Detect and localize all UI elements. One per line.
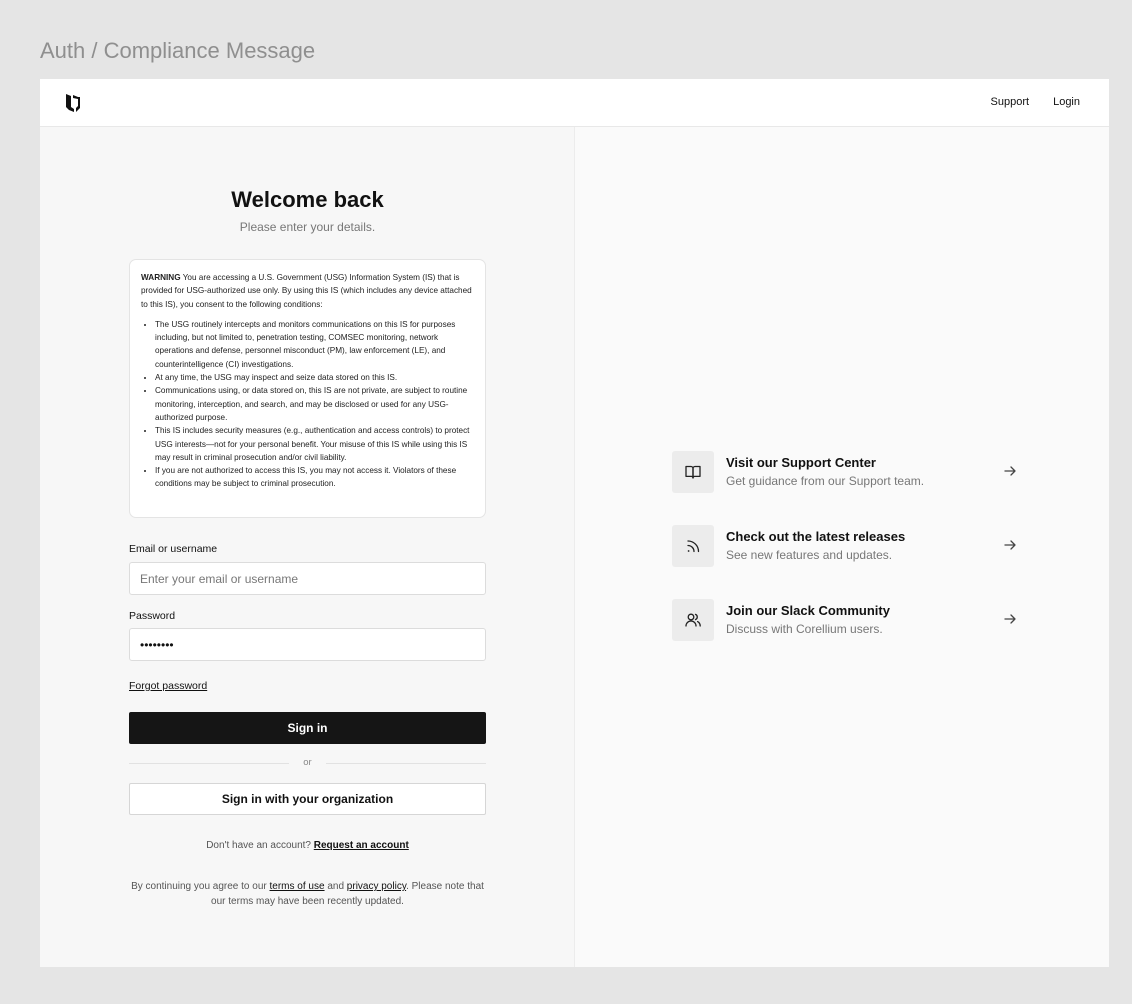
warning-condition: Communications using, or data stored on,… xyxy=(155,384,474,424)
forgot-password-link[interactable]: Forgot password xyxy=(129,680,207,692)
legal-notice: By continuing you agree to our terms of … xyxy=(129,879,486,909)
slack-community-title: Join our Slack Community xyxy=(726,603,890,618)
book-icon xyxy=(672,451,714,493)
request-account-link[interactable]: Request an account xyxy=(314,840,409,851)
latest-releases-title: Check out the latest releases xyxy=(726,529,906,544)
welcome-subtitle: Please enter your details. xyxy=(239,220,376,234)
warning-condition: At any time, the USG may inspect and sei… xyxy=(155,371,474,384)
warning-label: WARNING xyxy=(141,273,181,282)
welcome-heading: Welcome back xyxy=(231,187,384,212)
page-title: Auth / Compliance Message xyxy=(40,38,316,63)
email-label: Email or username xyxy=(129,543,218,555)
arrow-right-icon xyxy=(1004,614,1016,624)
or-divider: or xyxy=(129,757,486,771)
password-field[interactable] xyxy=(129,628,486,661)
support-center-description: Get guidance from our Support team. xyxy=(726,474,925,488)
slack-community-link[interactable]: Join our Slack Community Discuss with Co… xyxy=(672,599,1017,643)
latest-releases-description: See new features and updates. xyxy=(726,548,893,562)
legal-and: and xyxy=(324,881,347,892)
sign-in-button[interactable]: Sign in xyxy=(129,712,486,744)
top-nav: Support Login xyxy=(991,96,1080,108)
slack-community-description: Discuss with Corellium users. xyxy=(726,622,883,636)
support-center-link[interactable]: Visit our Support Center Get guidance fr… xyxy=(672,451,1017,495)
resources-panel: Visit our Support Center Get guidance fr… xyxy=(576,127,1109,967)
email-field[interactable] xyxy=(129,562,486,595)
warning-condition: If you are not authorized to access this… xyxy=(155,464,474,491)
arrow-right-icon xyxy=(1004,540,1016,550)
compliance-warning: WARNING You are accessing a U.S. Governm… xyxy=(129,259,486,518)
rss-icon xyxy=(672,525,714,567)
warning-intro: You are accessing a U.S. Government (USG… xyxy=(141,273,472,309)
support-center-title: Visit our Support Center xyxy=(726,455,876,470)
account-prompt: Don't have an account? Request an accoun… xyxy=(129,840,486,851)
privacy-policy-link[interactable]: privacy policy xyxy=(347,881,406,892)
legal-prefix: By continuing you agree to our xyxy=(131,881,270,892)
warning-conditions: The USG routinely intercepts and monitor… xyxy=(141,318,474,491)
login-panel: Welcome back Please enter your details. … xyxy=(40,127,575,967)
warning-condition: This IS includes security measures (e.g.… xyxy=(155,424,474,464)
arrow-right-icon xyxy=(1004,466,1016,476)
top-bar: Support Login xyxy=(40,79,1109,127)
users-icon xyxy=(672,599,714,641)
logo-icon[interactable] xyxy=(65,93,81,113)
password-label: Password xyxy=(129,610,176,622)
account-prompt-text: Don't have an account? xyxy=(206,840,311,851)
warning-condition: The USG routinely intercepts and monitor… xyxy=(155,318,474,371)
sign-in-organization-button[interactable]: Sign in with your organization xyxy=(129,783,486,815)
app-frame: Support Login Welcome back Please enter … xyxy=(40,79,1109,967)
divider-line xyxy=(326,763,486,764)
login-link[interactable]: Login xyxy=(1053,96,1080,108)
support-link[interactable]: Support xyxy=(991,96,1030,108)
terms-of-use-link[interactable]: terms of use xyxy=(270,881,325,892)
latest-releases-link[interactable]: Check out the latest releases See new fe… xyxy=(672,525,1017,569)
